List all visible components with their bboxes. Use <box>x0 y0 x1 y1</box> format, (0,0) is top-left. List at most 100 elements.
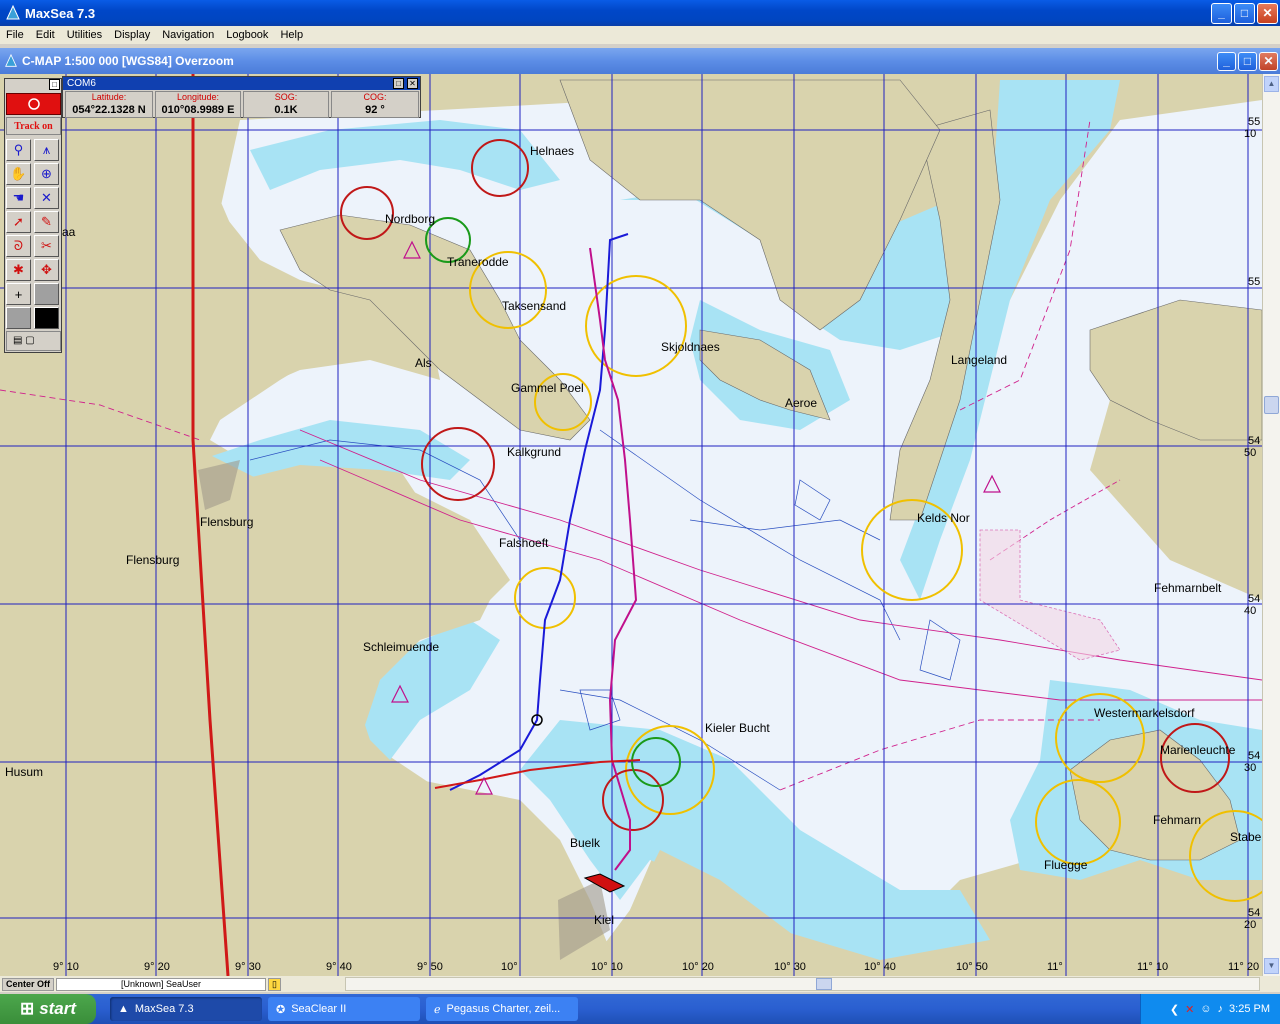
place-label: Kieler Bucht <box>705 721 770 735</box>
center-off-button[interactable]: Center Off <box>2 977 55 991</box>
tray-expand-icon[interactable]: ❮ <box>1170 1003 1179 1016</box>
place-label: Gammel Poel <box>511 381 584 395</box>
center-tool[interactable]: ⊕ <box>34 163 59 185</box>
place-label: aa <box>62 225 76 239</box>
scroll-up-button[interactable]: ▲ <box>1264 76 1279 92</box>
record-icon <box>27 98 40 110</box>
place-label: Fehmarn <box>1153 813 1202 827</box>
chart-restore-button[interactable]: □ <box>1238 51 1257 71</box>
compass-tool[interactable]: ⩚ <box>34 139 59 161</box>
route-tool[interactable]: ᘐ <box>6 235 31 257</box>
task-maxsea[interactable]: ▲ MaxSea 7.3 <box>110 997 262 1021</box>
task-browser[interactable]: ℯ Pegasus Charter, zeil... <box>426 997 578 1021</box>
instrument-panel-button[interactable]: ▤ ▢ <box>6 331 61 351</box>
vertical-scroll-thumb[interactable] <box>1264 396 1279 414</box>
lon-label: 10° 40 <box>864 961 896 973</box>
seaclear-task-icon: ✪ <box>276 1003 286 1016</box>
lat-label: 40 <box>1244 605 1257 617</box>
scroll-down-button[interactable]: ▼ <box>1264 958 1279 974</box>
menu-help[interactable]: Help <box>274 29 309 41</box>
lon-label: 10° 50 <box>956 961 988 973</box>
move-icon: ✥ <box>41 262 52 277</box>
horizontal-scroll-thumb[interactable] <box>816 978 832 990</box>
chart-window-title-bar[interactable]: C-MAP 1:500 000 [WGS84] Overzoom _ □ ✕ <box>0 48 1280 74</box>
place-label: Nordborg <box>385 212 436 226</box>
cog-label: COG: <box>363 92 387 102</box>
mark-icon: ✱ <box>13 262 24 277</box>
zoom-tool[interactable]: ⚲ <box>6 139 31 161</box>
menu-display[interactable]: Display <box>108 29 156 41</box>
place-label: Fehmarnbelt <box>1154 581 1222 595</box>
track-toggle-button[interactable]: Track on <box>6 117 61 135</box>
menu-edit[interactable]: Edit <box>30 29 61 41</box>
gray-tool[interactable] <box>34 283 59 305</box>
measure-tool[interactable]: ✕ <box>34 187 59 209</box>
maxsea-task-icon: ▲ <box>118 1003 129 1015</box>
chart-minimize-button[interactable]: _ <box>1217 51 1236 71</box>
longitude-field: Longitude: 010°08.9989 E <box>155 91 241 118</box>
menu-logbook[interactable]: Logbook <box>220 29 274 41</box>
maximize-button[interactable]: □ <box>1234 2 1255 24</box>
place-label: Tranerodde <box>447 255 509 269</box>
volume-icon[interactable]: ♪ <box>1218 1003 1224 1015</box>
menu-bar: File Edit Utilities Display Navigation L… <box>0 26 1280 44</box>
place-label: Flensburg <box>200 515 254 529</box>
main-title-bar[interactable]: MaxSea 7.3 _ □ ✕ <box>0 0 1280 26</box>
lon-label: 9° 20 <box>144 961 170 973</box>
messenger-icon[interactable]: ☺ <box>1200 1003 1211 1015</box>
vertical-scrollbar[interactable]: ▲ ▼ <box>1262 74 1280 976</box>
cut-tool[interactable]: ✂ <box>34 235 59 257</box>
lon-label: 10° 30 <box>774 961 806 973</box>
chart-window-icon <box>5 54 17 67</box>
lat-label: 54 <box>1248 593 1261 605</box>
start-button[interactable]: ⊞ start <box>0 994 96 1024</box>
magnifier-icon: ⚲ <box>13 142 24 157</box>
color-swatch-gray[interactable] <box>6 307 31 329</box>
lock-icon[interactable]: ▯ <box>268 977 281 991</box>
add-tool[interactable]: + <box>6 283 31 305</box>
latitude-field: Latitude: 054°22.1328 N <box>65 91 153 118</box>
task-label: Pegasus Charter, zeil... <box>446 1003 561 1015</box>
measure-icon: ✕ <box>41 190 52 205</box>
lon-label: 11° 10 <box>1137 961 1169 973</box>
lon-label: 11° 20 <box>1228 961 1260 973</box>
com-port-label: COM6 <box>67 78 96 89</box>
drag-tool[interactable]: ☚ <box>6 187 31 209</box>
task-label: SeaClear II <box>291 1003 347 1015</box>
nautical-chart[interactable]: Helnaes Nordborg Tranerodde Taksensand A… <box>0 74 1262 976</box>
com-panel-header[interactable]: COM6 □ ✕ <box>63 77 420 90</box>
minimize-button[interactable]: _ <box>1211 2 1232 24</box>
record-button[interactable] <box>6 93 61 115</box>
com-panel-close-icon[interactable]: ✕ <box>407 78 418 89</box>
mark-tool[interactable]: ✱ <box>6 259 31 281</box>
com-panel-restore-icon[interactable]: □ <box>393 78 404 89</box>
start-label: start <box>39 999 77 1018</box>
task-seaclear[interactable]: ✪ SeaClear II <box>268 997 420 1021</box>
close-button[interactable]: ✕ <box>1257 2 1278 24</box>
place-label: Taksensand <box>502 299 567 313</box>
chart-close-button[interactable]: ✕ <box>1259 51 1278 71</box>
color-swatch-black[interactable] <box>34 307 59 329</box>
menu-utilities[interactable]: Utilities <box>61 29 108 41</box>
pencil-tool[interactable]: ✎ <box>34 211 59 233</box>
com-instrument-panel: COM6 □ ✕ Latitude: 054°22.1328 N Longitu… <box>62 76 421 118</box>
horizontal-scrollbar[interactable] <box>345 977 1260 991</box>
network-icon[interactable]: ✕ <box>1185 1003 1194 1016</box>
place-label: Kelds Nor <box>917 511 970 525</box>
cog-value: 92 ° <box>365 104 385 116</box>
chart-window-title: C-MAP 1:500 000 [WGS84] Overzoom <box>22 54 234 68</box>
clock: 3:25 PM <box>1229 1003 1270 1015</box>
place-label: Kiel <box>594 913 615 927</box>
toolbox-close-icon[interactable]: □ <box>49 79 60 90</box>
move-tool[interactable]: ✥ <box>34 259 59 281</box>
select-tool[interactable]: ➚ <box>6 211 31 233</box>
menu-file[interactable]: File <box>0 29 30 41</box>
pan-tool[interactable]: ✋ <box>6 163 31 185</box>
menu-navigation[interactable]: Navigation <box>156 29 220 41</box>
place-label: Westermarkelsdorf <box>1094 706 1195 720</box>
scissors-icon: ✂ <box>41 238 52 253</box>
lat-label: 54 <box>1248 435 1261 447</box>
longitude-value: 010°08.9989 E <box>161 104 235 116</box>
cog-field: COG: 92 ° <box>331 91 419 118</box>
chart-drawing[interactable] <box>0 74 1262 976</box>
